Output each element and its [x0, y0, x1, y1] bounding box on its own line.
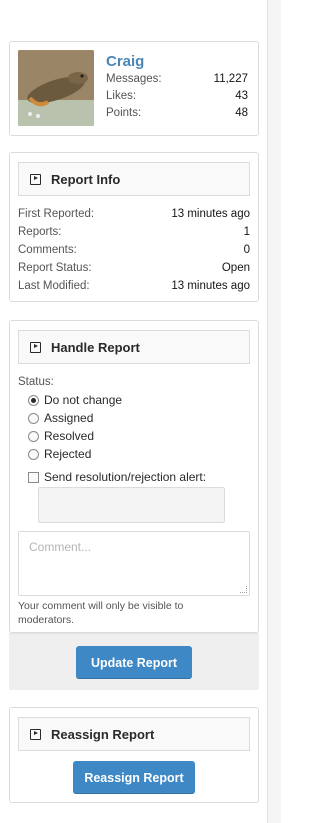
play-square-icon [30, 728, 41, 740]
handle-report-header: Handle Report [18, 330, 250, 364]
reassign-report-button[interactable]: Reassign Report [73, 761, 195, 794]
radio-button[interactable] [28, 412, 39, 424]
info-label: Report Status: [18, 262, 92, 274]
stat-label: Likes: [106, 90, 137, 102]
send-alert-option[interactable]: Send resolution/rejection alert: [28, 470, 206, 484]
radio-do-not-change[interactable]: Do not change [28, 393, 122, 407]
info-value: 1 [243, 226, 250, 238]
report-info-block: Report Info First Reported: 13 minutes a… [9, 152, 259, 302]
info-label: Last Modified: [18, 280, 90, 292]
info-first-reported: First Reported: 13 minutes ago [18, 208, 250, 220]
stat-points: Points: 48 [106, 107, 248, 119]
stat-label: Messages: [106, 73, 162, 85]
reassign-report-header: Reassign Report [18, 717, 250, 751]
resize-grip-icon[interactable] [240, 586, 247, 593]
radio-button[interactable] [28, 394, 39, 406]
handle-report-title: Handle Report [51, 339, 140, 355]
user-info-block: Craig Messages: 11,227 Likes: 43 Points:… [9, 41, 259, 136]
play-square-icon [30, 173, 41, 185]
info-value: 13 minutes ago [171, 208, 250, 220]
username-link[interactable]: Craig [106, 53, 144, 70]
send-alert-label[interactable]: Send resolution/rejection alert: [44, 470, 206, 484]
radio-label[interactable]: Resolved [44, 429, 94, 443]
radio-resolved[interactable]: Resolved [28, 429, 94, 443]
report-info-title: Report Info [51, 171, 121, 187]
radio-rejected[interactable]: Rejected [28, 447, 91, 461]
avatar[interactable] [18, 50, 94, 126]
comment-textarea[interactable]: Comment... [18, 531, 250, 596]
reassign-report-title: Reassign Report [51, 726, 155, 742]
reassign-report-block: Reassign Report Reassign Report [9, 707, 259, 803]
radio-button[interactable] [28, 448, 39, 460]
alert-message-field[interactable] [38, 487, 225, 523]
info-label: First Reported: [18, 208, 95, 220]
report-info-header: Report Info [18, 162, 250, 196]
handle-report-block: Handle Report Status: Do not change Assi… [9, 320, 259, 633]
comment-placeholder: Comment... [29, 540, 92, 554]
radio-label[interactable]: Assigned [44, 411, 93, 425]
stat-value: 48 [235, 107, 248, 119]
stat-messages: Messages: 11,227 [106, 73, 248, 85]
radio-assigned[interactable]: Assigned [28, 411, 93, 425]
radio-label[interactable]: Do not change [44, 393, 122, 407]
info-value: 0 [243, 244, 250, 256]
info-reports: Reports: 1 [18, 226, 250, 238]
radio-label[interactable]: Rejected [44, 447, 91, 461]
info-label: Comments: [18, 244, 77, 256]
info-report-status: Report Status: Open [18, 262, 250, 274]
stat-likes: Likes: 43 [106, 90, 248, 102]
stat-value: 43 [235, 90, 248, 102]
status-label: Status: [18, 376, 54, 388]
handle-report-footer: Update Report [9, 633, 259, 690]
info-last-modified: Last Modified: 13 minutes ago [18, 280, 250, 292]
lizard-avatar-icon [18, 50, 94, 126]
update-report-button[interactable]: Update Report [76, 646, 192, 679]
info-label: Reports: [18, 226, 62, 238]
info-comments: Comments: 0 [18, 244, 250, 256]
right-scroll-strip [267, 0, 281, 823]
send-alert-checkbox[interactable] [28, 471, 39, 483]
info-value: 13 minutes ago [171, 280, 250, 292]
play-square-icon [30, 341, 41, 353]
comment-visibility-note: Your comment will only be visible to mod… [18, 600, 184, 626]
stat-value: 11,227 [213, 73, 248, 85]
radio-button[interactable] [28, 430, 39, 442]
stat-label: Points: [106, 107, 142, 119]
info-value: Open [221, 262, 250, 274]
